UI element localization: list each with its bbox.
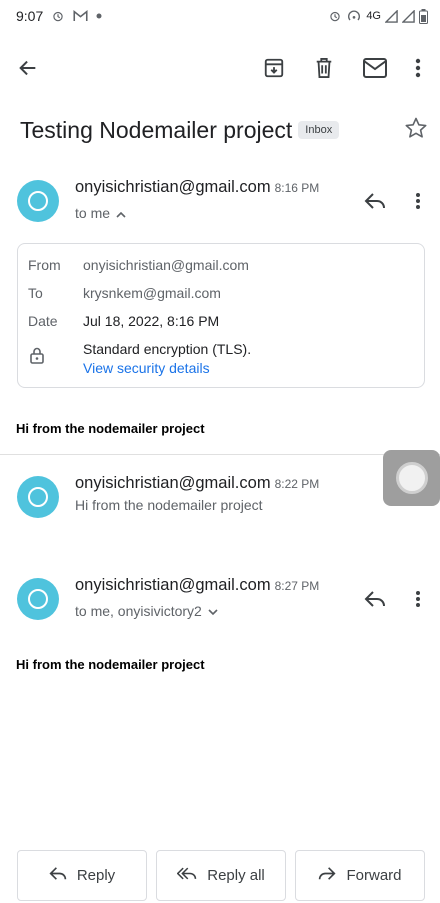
sender-email: onyisichristian@gmail.com (75, 576, 271, 594)
signal-icon (385, 9, 398, 23)
gmail-notification-icon (73, 10, 88, 22)
message-2[interactable]: onyisichristian@gmail.com 8:22 PM Hi from… (0, 474, 440, 534)
sender-email: onyisichristian@gmail.com (75, 178, 271, 196)
details-to-value: krysnkem@gmail.com (83, 285, 221, 301)
network-type: 4G (366, 10, 381, 22)
view-security-details-link[interactable]: View security details (83, 360, 251, 376)
status-time: 9:07 (16, 8, 44, 24)
recipients-toggle[interactable]: to me (75, 205, 126, 221)
notification-dot-icon (96, 13, 102, 19)
message-time: 8:27 PM (274, 579, 320, 593)
chevron-down-icon (208, 603, 218, 619)
forward-icon (318, 866, 337, 885)
alarm-icon (51, 9, 65, 23)
message-2-sender: onyisichristian@gmail.com 8:22 PM (75, 474, 319, 493)
lock-icon (30, 347, 44, 367)
message-1-body: Hi from the nodemailer project (16, 421, 205, 436)
details-date-label: Date (28, 313, 58, 329)
chevron-up-icon (116, 205, 126, 221)
archive-icon[interactable] (260, 54, 288, 82)
reply-all-label: Reply all (207, 867, 265, 884)
signal-icon-2 (402, 9, 415, 23)
recipients-toggle[interactable]: to me, onyisivictory2 (75, 603, 218, 619)
alarm-status-icon (328, 9, 342, 23)
email-subject: Testing Nodemailer project (20, 116, 293, 143)
more-vert-icon[interactable] (405, 586, 431, 612)
floating-assistive-button[interactable] (383, 450, 440, 506)
message-1-sender: onyisichristian@gmail.com 8:16 PM (75, 178, 319, 197)
reply-button[interactable]: Reply (17, 850, 147, 901)
details-from-label: From (28, 257, 61, 273)
avatar[interactable] (17, 476, 59, 518)
battery-icon (419, 8, 428, 24)
reply-icon (49, 866, 67, 885)
mail-icon[interactable] (361, 54, 389, 82)
forward-label: Forward (346, 867, 402, 884)
message-3[interactable]: onyisichristian@gmail.com 8:27 PM to me, … (0, 576, 440, 636)
reply-all-button[interactable]: Reply all (156, 850, 286, 901)
message-1[interactable]: onyisichristian@gmail.com 8:16 PM to me (0, 178, 440, 238)
details-to-row: To krysnkem@gmail.com (28, 285, 221, 301)
sender-email: onyisichristian@gmail.com (75, 474, 271, 492)
details-from-row: From onyisichristian@gmail.com (28, 257, 249, 273)
message-2-snippet: Hi from the nodemailer project (75, 497, 263, 513)
status-bar: 9:07 4G (0, 0, 440, 32)
forward-button[interactable]: Forward (295, 850, 425, 901)
recipients-text: to me (75, 205, 111, 221)
details-security-row: Standard encryption (TLS). View security… (28, 341, 251, 376)
subject-row: Testing Nodemailer project Inbox (20, 114, 432, 146)
message-3-body: Hi from the nodemailer project (16, 657, 205, 672)
details-date-row: Date Jul 18, 2022, 8:16 PM (28, 313, 219, 329)
message-time: 8:16 PM (274, 181, 320, 195)
avatar[interactable] (17, 180, 59, 222)
snippet-text: Hi from the nodemailer project (75, 497, 263, 513)
reply-all-icon (176, 866, 197, 885)
star-icon[interactable] (404, 116, 428, 145)
recipients-text: to me, onyisivictory2 (75, 603, 202, 619)
details-date-value: Jul 18, 2022, 8:16 PM (83, 313, 220, 329)
hotspot-icon (346, 9, 362, 23)
message-details: From onyisichristian@gmail.com To krysnk… (17, 243, 425, 388)
divider (0, 454, 440, 455)
inbox-label[interactable]: Inbox (298, 121, 340, 139)
trash-icon[interactable] (310, 54, 338, 82)
details-to-label: To (28, 285, 43, 301)
bottom-action-bar: Reply Reply all Forward (0, 850, 440, 902)
more-vert-icon[interactable] (404, 54, 432, 82)
details-from-value: onyisichristian@gmail.com (83, 257, 249, 273)
reply-icon[interactable] (362, 188, 388, 214)
arrow-back-icon[interactable] (14, 54, 42, 82)
message-3-sender: onyisichristian@gmail.com 8:27 PM (75, 576, 319, 595)
toolbar (0, 42, 440, 94)
encryption-text: Standard encryption (TLS). (83, 341, 252, 357)
reply-label: Reply (76, 867, 116, 884)
reply-icon[interactable] (362, 586, 388, 612)
avatar[interactable] (17, 578, 59, 620)
more-vert-icon[interactable] (405, 188, 431, 214)
message-time: 8:22 PM (274, 477, 320, 491)
